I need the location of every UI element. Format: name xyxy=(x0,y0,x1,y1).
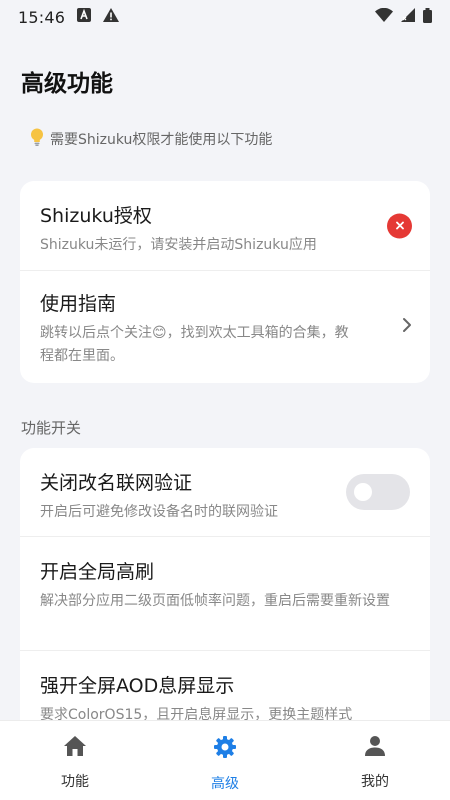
battery-icon xyxy=(423,7,432,27)
shizuku-auth-title: Shizuku授权 xyxy=(40,205,152,227)
status-time: 15:46 xyxy=(18,7,66,27)
shizuku-auth-desc: Shizuku未运行，请安装并启动Shizuku应用 xyxy=(40,237,317,253)
aod-title: 强开全屏AOD息屏显示 xyxy=(40,675,235,697)
shizuku-auth-row[interactable]: Shizuku授权 Shizuku未运行，请安装并启动Shizuku应用 xyxy=(20,181,430,271)
usage-guide-desc: 跳转以后点个关注😊，找到欢太工具箱的合集，教程都在里面。 xyxy=(40,325,349,364)
usage-guide-title: 使用指南 xyxy=(40,293,117,315)
hint-text: 需要Shizuku权限才能使用以下功能 xyxy=(50,132,273,148)
gear-icon xyxy=(213,735,237,763)
nav-label-features: 功能 xyxy=(61,774,89,790)
page-title: 高级功能 xyxy=(21,71,113,97)
app-a-icon xyxy=(77,8,92,26)
person-icon xyxy=(364,735,386,761)
usage-guide-row[interactable]: 使用指南 跳转以后点个关注😊，找到欢太工具箱的合集，教程都在里面。 xyxy=(20,271,430,383)
status-bar: 15:46 xyxy=(0,0,450,34)
nav-label-advanced: 高级 xyxy=(211,776,239,792)
global-refresh-row[interactable]: 开启全局高刷 解决部分应用二级页面低帧率问题，重启后需要重新设置 xyxy=(20,537,430,651)
permission-hint: 需要Shizuku权限才能使用以下功能 xyxy=(30,128,272,150)
error-x-icon xyxy=(387,213,412,238)
permissions-card: Shizuku授权 Shizuku未运行，请安装并启动Shizuku应用 使用指… xyxy=(20,181,430,383)
nav-item-features[interactable]: 功能 xyxy=(0,721,150,800)
signal-icon xyxy=(401,8,415,26)
features-card: 关闭改名联网验证 开启后可避免修改设备名时的联网验证 开启全局高刷 解决部分应用… xyxy=(20,448,430,738)
toggle-knob xyxy=(354,483,372,501)
rename-verify-toggle-wrap xyxy=(346,474,412,510)
nav-item-advanced[interactable]: 高级 xyxy=(150,721,300,800)
nav-item-mine[interactable]: 我的 xyxy=(300,721,450,800)
bottom-nav: 功能 高级 我的 xyxy=(0,720,450,800)
status-right xyxy=(375,7,432,27)
home-icon xyxy=(63,735,87,761)
warning-icon xyxy=(103,8,120,26)
rename-verify-row: 关闭改名联网验证 开启后可避免修改设备名时的联网验证 xyxy=(20,448,430,537)
shizuku-status xyxy=(387,213,412,238)
status-left: 15:46 xyxy=(18,7,120,27)
nav-label-mine: 我的 xyxy=(361,774,389,790)
global-refresh-desc: 解决部分应用二级页面低帧率问题，重启后需要重新设置 xyxy=(40,593,390,609)
global-refresh-title: 开启全局高刷 xyxy=(40,561,155,583)
lightbulb-icon xyxy=(30,128,44,150)
rename-verify-toggle[interactable] xyxy=(346,474,410,510)
wifi-icon xyxy=(375,7,393,26)
chevron-right-icon xyxy=(402,317,412,337)
usage-guide-action xyxy=(402,317,412,337)
section-label-features: 功能开关 xyxy=(21,419,82,437)
